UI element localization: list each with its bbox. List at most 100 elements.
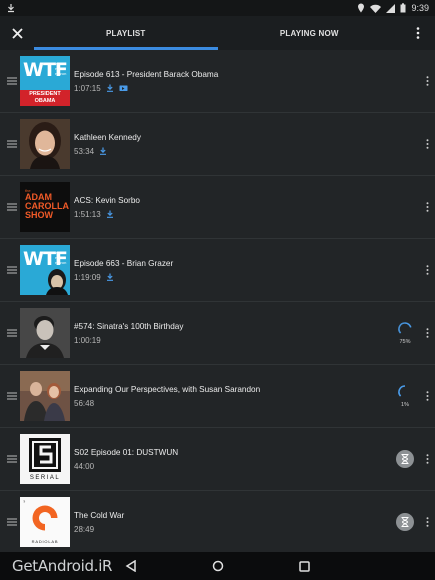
recents-icon[interactable]: [299, 560, 310, 572]
download-progress-label: 75%: [399, 339, 411, 345]
tab-bar: PLAYLIST PLAYING NOW: [34, 16, 401, 50]
status-bar: 9:39: [0, 0, 435, 16]
row-menu-button[interactable]: [421, 328, 433, 338]
episode-duration: 56:48: [74, 398, 95, 408]
row-menu-button[interactable]: [421, 265, 433, 275]
more-vert-icon: [426, 454, 428, 464]
drag-handle-icon[interactable]: [2, 455, 22, 463]
location-icon: [358, 3, 365, 13]
episode-title: Episode 613 - President Barack Obama: [74, 69, 219, 79]
episode-title: ACS: Kevin Sorbo: [74, 195, 140, 205]
overflow-menu-button[interactable]: [401, 16, 435, 50]
drag-handle-icon[interactable]: [2, 392, 22, 400]
back-icon[interactable]: [125, 560, 137, 572]
episode-duration: 44:00: [74, 461, 95, 471]
artwork-label: RADIOLAB: [31, 539, 59, 544]
close-button[interactable]: [0, 16, 34, 50]
episode-duration: 1:19:09: [74, 272, 101, 282]
battery-icon: [400, 3, 406, 13]
drag-handle-icon[interactable]: [2, 140, 22, 148]
more-vert-icon: [426, 265, 428, 275]
wifi-icon: [370, 4, 382, 13]
downloaded-icon: [106, 273, 113, 281]
download-status: [391, 513, 419, 531]
more-vert-icon: [426, 76, 428, 86]
row-menu-button[interactable]: [421, 391, 433, 401]
list-item[interactable]: Expanding Our Perspectives, with Susan S…: [0, 365, 435, 428]
list-item[interactable]: SERIAL S02 Episode 01: DUSTWUN 44:00: [0, 428, 435, 491]
download-status: 1%: [391, 384, 419, 408]
artwork-subtext: ?: [23, 499, 26, 504]
episode-duration: 1:07:15: [74, 83, 101, 93]
episode-artwork: SERIAL: [20, 434, 70, 484]
episode-duration: 28:49: [74, 524, 95, 534]
drag-handle-icon[interactable]: [2, 518, 22, 526]
downloaded-icon: [106, 84, 113, 92]
row-menu-button[interactable]: [421, 139, 433, 149]
row-menu-button[interactable]: [421, 454, 433, 464]
row-menu-button[interactable]: [421, 202, 433, 212]
list-item[interactable]: Kathleen Kennedy 53:34: [0, 113, 435, 176]
episode-artwork: [20, 119, 70, 169]
episode-artwork: [20, 371, 70, 421]
artwork-band: PRESIDENT OBAMA: [20, 90, 70, 106]
row-menu-button[interactable]: [421, 76, 433, 86]
app-bar: PLAYLIST PLAYING NOW: [0, 16, 435, 50]
download-progress-icon: [398, 322, 412, 334]
more-vert-icon: [426, 139, 428, 149]
downloaded-icon: [106, 210, 113, 218]
playlist: WTF with marc maron PRESIDENT OBAMA Epis…: [0, 50, 435, 552]
close-icon: [11, 27, 23, 39]
episode-duration: 1:51:13: [74, 209, 101, 219]
list-item[interactable]: WTF with marc maron Episode 663 - Brian …: [0, 239, 435, 302]
download-status: [391, 450, 419, 468]
drag-handle-icon[interactable]: [2, 329, 22, 337]
episode-title: Episode 663 - Brian Grazer: [74, 258, 174, 268]
list-item[interactable]: the ADAM CAROLLA SHOW ACS: Kevin Sorbo 1…: [0, 176, 435, 239]
video-icon: [119, 85, 128, 91]
tab-playlist[interactable]: PLAYLIST: [34, 16, 218, 50]
artwork-subtext: with marc maron: [55, 61, 67, 76]
episode-artwork: ? RADIOLAB: [20, 497, 70, 547]
episode-title: #574: Sinatra's 100th Birthday: [74, 321, 184, 331]
portrait-image: [20, 371, 70, 421]
portrait-image: [46, 269, 68, 295]
portrait-image: [20, 119, 70, 169]
list-item[interactable]: #574: Sinatra's 100th Birthday 1:00:19 7…: [0, 302, 435, 365]
downloaded-icon: [100, 147, 107, 155]
more-vert-icon: [416, 27, 420, 39]
drag-handle-icon[interactable]: [2, 266, 22, 274]
serial-logo: [29, 438, 61, 472]
artwork-subtext: with marc maron: [55, 250, 67, 265]
row-menu-button[interactable]: [421, 517, 433, 527]
episode-artwork: WTF with marc maron PRESIDENT OBAMA: [20, 56, 70, 106]
more-vert-icon: [426, 202, 428, 212]
portrait-image: [20, 308, 70, 358]
list-item[interactable]: WTF with marc maron PRESIDENT OBAMA Epis…: [0, 50, 435, 113]
download-notification-icon: [8, 4, 14, 13]
clock: 9:39: [411, 3, 429, 13]
download-status: 75%: [391, 321, 419, 345]
episode-duration: 53:34: [74, 146, 95, 156]
more-vert-icon: [426, 391, 428, 401]
tab-playing-now[interactable]: PLAYING NOW: [218, 16, 402, 50]
episode-artwork: [20, 308, 70, 358]
queued-hourglass-icon: [396, 513, 414, 531]
watermark: GetAndroid.iR: [12, 557, 113, 575]
artwork-logo-text: ADAM CAROLLA SHOW: [25, 192, 69, 220]
more-vert-icon: [426, 517, 428, 527]
signal-icon: [386, 3, 396, 13]
episode-artwork: the ADAM CAROLLA SHOW: [20, 182, 70, 232]
episode-title: S02 Episode 01: DUSTWUN: [74, 447, 179, 457]
drag-handle-icon[interactable]: [2, 77, 22, 85]
episode-duration: 1:00:19: [74, 335, 101, 345]
more-vert-icon: [426, 328, 428, 338]
episode-title: Expanding Our Perspectives, with Susan S…: [74, 384, 261, 394]
download-progress-label: 1%: [401, 402, 409, 408]
home-icon[interactable]: [212, 560, 224, 572]
radiolab-logo: [32, 505, 58, 531]
queued-hourglass-icon: [396, 450, 414, 468]
download-progress-icon: [398, 385, 406, 397]
list-item[interactable]: ? RADIOLAB The Cold War 28:49: [0, 491, 435, 552]
drag-handle-icon[interactable]: [2, 203, 22, 211]
